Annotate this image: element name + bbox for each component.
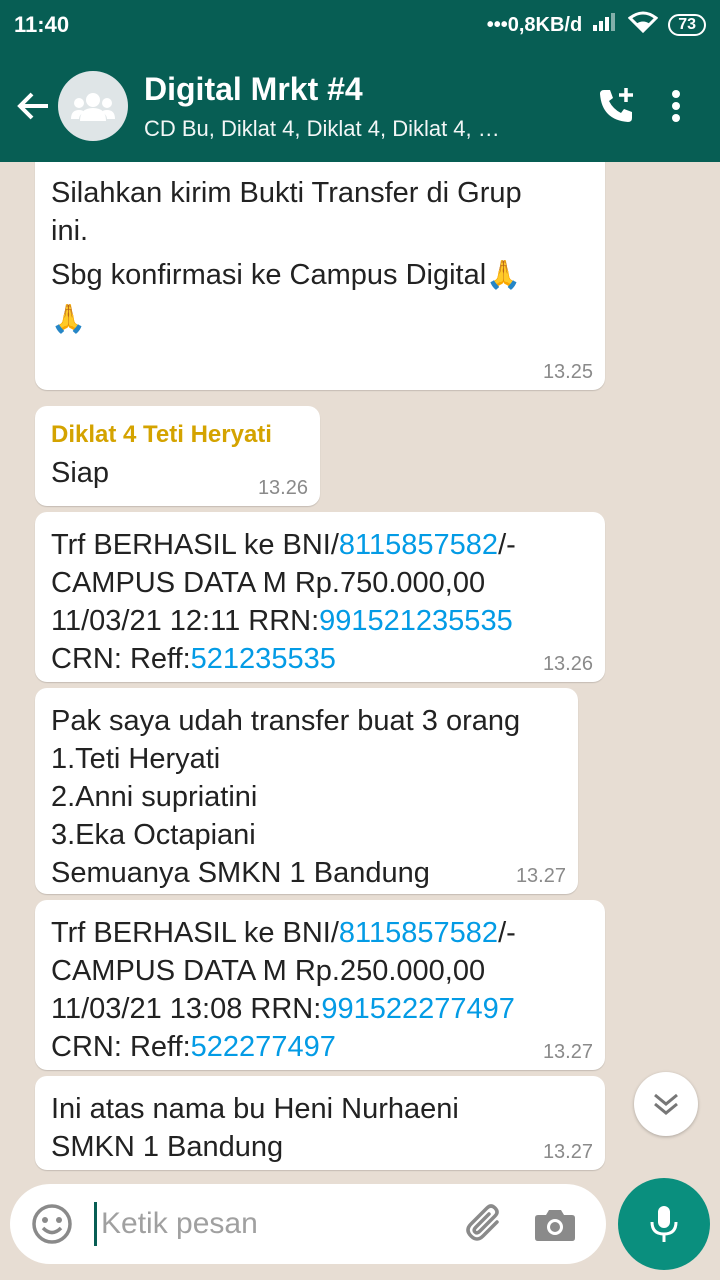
- status-bar: 11:40 •••0,8KB/d 73: [0, 0, 720, 50]
- attach-button[interactable]: [450, 1204, 520, 1244]
- message-text: ini.: [51, 215, 89, 247]
- message-text: Pak saya udah transfer buat 3 orang: [51, 705, 521, 737]
- message-text: CRN: Reff:: [51, 1031, 191, 1063]
- message-time: 13.27: [542, 1141, 593, 1163]
- message-time: 13.27: [542, 1041, 593, 1063]
- message-text: 2.Anni supriatini: [51, 781, 258, 813]
- microphone-icon: [650, 1206, 678, 1242]
- message-input[interactable]: Ketik pesan: [101, 1207, 450, 1241]
- status-icons: •••0,8KB/d 73: [487, 11, 706, 39]
- message-text: Silahkan kirim Bukti Transfer di Grup: [51, 177, 522, 209]
- voice-message-button[interactable]: [618, 1178, 710, 1270]
- chat-title-area[interactable]: Digital Mrkt #4 CD Bu, Diklat 4, Diklat …: [144, 71, 586, 142]
- add-call-icon: [600, 88, 633, 122]
- group-avatar[interactable]: [58, 71, 128, 141]
- message-input-bar: Ketik pesan: [10, 1184, 606, 1264]
- group-members: CD Bu, Diklat 4, Diklat 4, Diklat 4, …: [144, 115, 500, 141]
- reff-link[interactable]: 521235535: [191, 643, 336, 675]
- message-text: 3.Eka Octapiani: [51, 819, 256, 851]
- rrn-link[interactable]: 991522277497: [321, 993, 515, 1025]
- message-text: CRN: Reff:: [51, 643, 191, 675]
- folded-hands-emoji: 🙏: [51, 303, 86, 334]
- message-text: Sbg konfirmasi ke Campus Digital: [51, 259, 487, 291]
- battery-indicator: 73: [668, 14, 706, 36]
- text-caret: [94, 1202, 97, 1246]
- message-time: 13.26: [542, 653, 593, 675]
- message-text: 1.Teti Heryati: [51, 743, 221, 775]
- message-text: CAMPUS DATA M Rp.250.000,00: [51, 955, 486, 987]
- wifi-icon: [627, 11, 659, 39]
- smiley-icon: [32, 1204, 72, 1244]
- account-link[interactable]: 8115857582: [339, 917, 498, 949]
- message-time: 13.26: [257, 477, 308, 499]
- message-bubble[interactable]: Trf BERHASIL ke BNI/8115857582/- CAMPUS …: [35, 512, 605, 682]
- status-time: 11:40: [14, 12, 70, 37]
- message-text: Trf BERHASIL ke BNI/: [51, 917, 339, 949]
- message-sender: Diklat 4 Teti Heryati: [51, 421, 272, 448]
- message-bubble[interactable]: Trf BERHASIL ke BNI/8115857582/- CAMPUS …: [35, 900, 605, 1070]
- message-text: Semuanya SMKN 1 Bandung: [51, 857, 430, 889]
- chat-messages[interactable]: Silahkan kirim Bukti Transfer di Grup in…: [0, 162, 720, 1172]
- account-link[interactable]: 8115857582: [339, 529, 498, 561]
- camera-icon: [535, 1210, 575, 1241]
- rrn-link[interactable]: 991521235535: [319, 605, 513, 637]
- group-icon: [71, 93, 115, 121]
- reff-link[interactable]: 522277497: [191, 1031, 336, 1063]
- more-vert-icon: [672, 90, 680, 122]
- camera-button[interactable]: [520, 1206, 590, 1242]
- message-bubble[interactable]: Diklat 4 Teti Heryati Siap 13.26: [35, 406, 320, 506]
- message-bubble[interactable]: Silahkan kirim Bukti Transfer di Grup in…: [35, 162, 605, 390]
- chat-header: Digital Mrkt #4 CD Bu, Diklat 4, Diklat …: [0, 50, 720, 162]
- network-speed: •••0,8KB/d: [486, 13, 583, 36]
- message-text: Trf BERHASIL ke BNI/: [51, 529, 339, 561]
- paperclip-icon: [466, 1204, 499, 1241]
- arrow-left-icon: [17, 92, 48, 120]
- message-text: CAMPUS DATA M Rp.750.000,00: [51, 567, 486, 599]
- more-options-button[interactable]: [646, 50, 706, 162]
- signal-icon: [592, 13, 618, 37]
- double-chevron-down-icon: [654, 1093, 678, 1115]
- message-text: 11/03/21 13:08 RRN:: [51, 993, 322, 1025]
- group-name: Digital Mrkt #4: [144, 70, 363, 107]
- message-time: 13.27: [515, 865, 566, 887]
- message-text: Ini atas nama bu Heni Nurhaeni: [51, 1093, 459, 1125]
- message-bubble[interactable]: Ini atas nama bu Heni Nurhaeni SMKN 1 Ba…: [35, 1076, 605, 1170]
- message-bubble[interactable]: Pak saya udah transfer buat 3 orang 1.Te…: [35, 688, 578, 894]
- message-text: 11/03/21 12:11 RRN:: [51, 605, 320, 637]
- message-text: /-: [498, 529, 516, 561]
- message-text: /-: [498, 917, 516, 949]
- folded-hands-emoji: 🙏: [486, 259, 522, 290]
- message-text: SMKN 1 Bandung: [51, 1131, 284, 1163]
- scroll-to-bottom-button[interactable]: [634, 1072, 698, 1136]
- back-button[interactable]: [8, 50, 58, 162]
- emoji-button[interactable]: [10, 1203, 94, 1245]
- add-call-button[interactable]: [586, 50, 646, 162]
- message-time: 13.25: [542, 361, 593, 383]
